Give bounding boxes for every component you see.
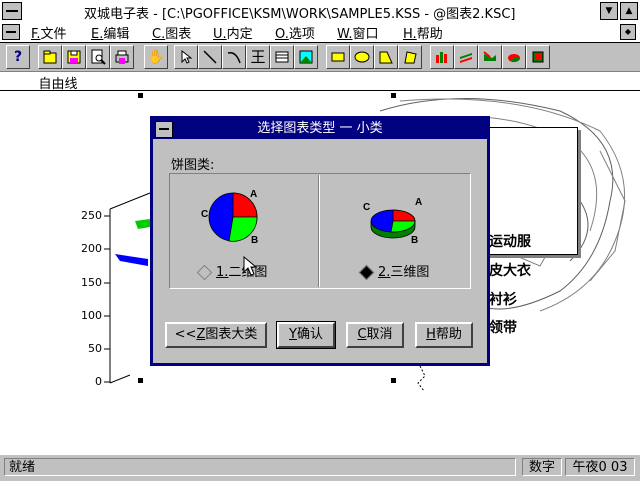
ok-button[interactable]: Y确认	[276, 321, 336, 349]
open-icon[interactable]	[38, 45, 62, 69]
legend-item: 衬衫	[489, 292, 517, 308]
radio-3d[interactable]: 2.三维图	[358, 261, 429, 281]
menu-chart[interactable]: C.图表	[152, 23, 191, 42]
menu-bar: F.文件 E.编辑 C.图表 U.内定 O.选项 W.窗口 H.帮助 ◆	[0, 22, 640, 43]
menu-defaults[interactable]: U.内定	[213, 23, 253, 42]
rect-icon[interactable]	[326, 45, 350, 69]
window-title: 双城电子表 - [C:\PGOFFICE\KSM\WORK\SAMPLE5.KS…	[84, 7, 516, 22]
y-tick-label: 250	[81, 209, 102, 222]
text-icon[interactable]: 王	[246, 45, 270, 69]
preview-icon[interactable]	[86, 45, 110, 69]
pointer-icon[interactable]	[174, 45, 198, 69]
pie-2d-preview[interactable]: A B C	[193, 185, 263, 245]
minimize-button[interactable]: ▼	[600, 2, 618, 20]
tool-status-line: 自由线	[0, 72, 640, 92]
menu-window[interactable]: W.窗口	[337, 23, 379, 42]
restore-button[interactable]: ◆	[620, 24, 636, 40]
chart-arrow-icon[interactable]	[478, 45, 502, 69]
pie-3d-preview[interactable]: A B C	[353, 189, 433, 244]
selection-handle[interactable]	[138, 378, 143, 383]
pie-label: C	[201, 209, 208, 220]
pie-label: B	[411, 235, 418, 244]
keyboard-mode-indicator: 数字	[522, 458, 562, 476]
menu-file[interactable]: F.文件	[31, 23, 67, 42]
dialog-system-menu-button[interactable]	[155, 121, 173, 138]
help-icon[interactable]: ?	[6, 45, 30, 69]
save-icon[interactable]	[62, 45, 86, 69]
image-icon[interactable]	[294, 45, 318, 69]
menu-options[interactable]: O.选项	[275, 23, 315, 42]
legend-item: 领带	[489, 320, 517, 336]
system-menu-button[interactable]	[2, 2, 22, 20]
chart-pie-icon[interactable]	[502, 45, 526, 69]
maximize-button[interactable]: ▲	[620, 2, 638, 20]
y-tick-label: 150	[81, 276, 102, 289]
chart-3d-icon[interactable]	[526, 45, 550, 69]
hand-icon[interactable]: ✋	[144, 45, 168, 69]
toolbar: ? ✋ 王	[0, 43, 640, 72]
y-tick-label: 200	[81, 242, 102, 255]
title-bar: 双城电子表 - [C:\PGOFFICE\KSM\WORK\SAMPLE5.KS…	[0, 0, 640, 23]
status-bar: 就绪 数字 午夜0 03	[0, 454, 640, 481]
y-tick-label: 50	[88, 342, 102, 355]
menu-edit[interactable]: E.编辑	[91, 23, 129, 42]
selection-handle[interactable]	[391, 93, 396, 98]
clock-display: 午夜0 03	[565, 458, 635, 476]
status-message: 就绪	[4, 458, 516, 476]
radio-3d-indicator	[358, 264, 375, 281]
y-tick-label: 100	[81, 309, 102, 322]
radio-2d-indicator	[196, 264, 213, 281]
document-menu-button[interactable]	[2, 24, 20, 40]
group-divider	[318, 175, 320, 287]
help-button[interactable]: H帮助	[415, 322, 473, 348]
freeform-icon[interactable]	[398, 45, 422, 69]
pie-label: A	[415, 197, 422, 208]
ellipse-icon[interactable]	[350, 45, 374, 69]
menu-help[interactable]: H.帮助	[403, 23, 443, 42]
mouse-cursor-icon	[243, 256, 258, 276]
cancel-button[interactable]: C取消	[346, 322, 404, 348]
print-icon[interactable]	[110, 45, 134, 69]
selection-handle[interactable]	[391, 378, 396, 383]
group-label: 饼图类:	[171, 158, 215, 173]
legend-item: 运动服	[489, 234, 531, 250]
pie-label: C	[363, 202, 370, 213]
pie-label: A	[250, 189, 257, 200]
selection-handle[interactable]	[138, 93, 143, 98]
chart-layer-icon[interactable]	[454, 45, 478, 69]
chart-subtype-dialog: 选择图表类型 一 小类 饼图类: A B C A B C 1.二维图 2.三维图…	[150, 116, 490, 366]
y-tick-label: 0	[95, 375, 102, 388]
arc-icon[interactable]	[222, 45, 246, 69]
dialog-title: 选择图表类型 一 小类	[153, 119, 487, 139]
table-icon[interactable]	[270, 45, 294, 69]
back-to-chart-category-button[interactable]: <<Z图表大类	[165, 322, 267, 348]
chart-bar-icon[interactable]	[430, 45, 454, 69]
legend-item: 皮大衣	[489, 263, 531, 279]
current-tool-label: 自由线	[38, 77, 78, 92]
pie-label: B	[251, 235, 258, 245]
line-icon[interactable]	[198, 45, 222, 69]
polygon-icon[interactable]	[374, 45, 398, 69]
